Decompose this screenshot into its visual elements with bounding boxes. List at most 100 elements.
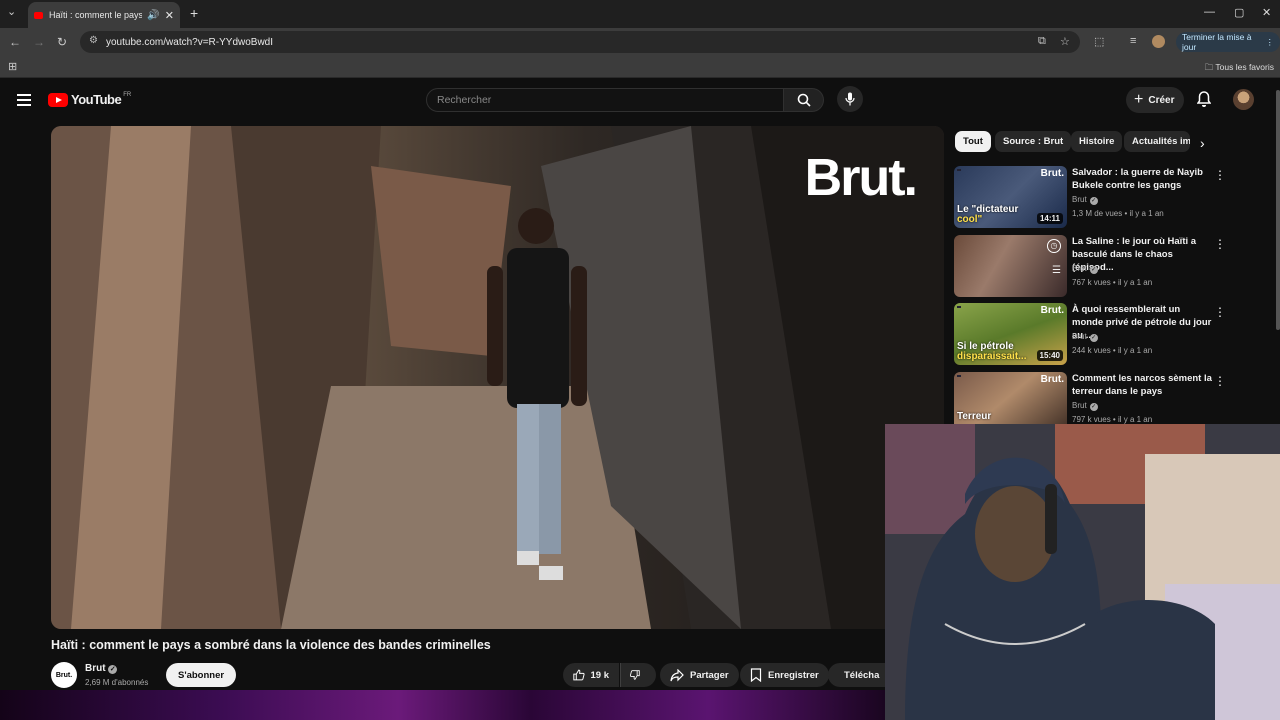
recommendation-channel-name: Brut <box>1072 401 1087 410</box>
browser-tab-bar: ⌄ Haïti : comment le pays a sombré dans … <box>0 0 1280 28</box>
logo-text: YouTube <box>71 92 122 107</box>
recommendation-channel[interactable]: Brut ✓ <box>1072 332 1098 342</box>
webcam-overlay <box>885 424 1280 720</box>
close-tab-icon[interactable]: ✕ <box>165 9 174 22</box>
close-window-icon[interactable]: ✕ <box>1262 6 1271 19</box>
maximize-icon[interactable]: ▢ <box>1234 6 1244 19</box>
chevron-right-icon[interactable]: › <box>1200 135 1205 151</box>
browser-toolbar: ← → ↻ ⚙ youtube.com/watch?v=R-YYdwoBwdI … <box>0 28 1280 56</box>
audio-icon[interactable]: 🔊 <box>147 10 159 21</box>
share-button[interactable]: Partager <box>660 663 739 687</box>
recommendation-item[interactable]: Brut. Le "dictateur cool" 14:11 Salvador … <box>954 166 1272 228</box>
video-thumbnail[interactable]: Brut. Si le pétrole disparaissait... 15:4… <box>954 303 1067 365</box>
video-player[interactable]: Brut. <box>51 126 944 629</box>
search-icon <box>797 93 811 107</box>
all-bookmarks[interactable]: 🗀 Tous les favoris <box>1205 62 1274 76</box>
address-bar[interactable]: ⚙ youtube.com/watch?v=R-YYdwoBwdI <box>80 31 1080 53</box>
like-icon <box>573 669 585 681</box>
recommendation-meta: 244 k vues • il y a 1 an <box>1072 346 1153 355</box>
brut-watermark: Brut. <box>804 149 918 207</box>
chip-actualites[interactable]: Actualités im <box>1124 131 1190 152</box>
create-label: Créer <box>1148 94 1175 106</box>
recommendation-item[interactable]: ◷ ☰ La Saline : le jour où Haïti a bascu… <box>954 235 1272 297</box>
chip-source-brut[interactable]: Source : Brut <box>995 131 1072 152</box>
bell-icon[interactable] <box>1197 91 1211 108</box>
download-button[interactable]: Télécha <box>828 663 888 687</box>
youtube-play-icon <box>48 92 68 107</box>
like-button[interactable]: 19 k <box>563 663 619 687</box>
update-button[interactable]: Terminer la mise à jour ⋮ <box>1176 32 1280 52</box>
recommendation-channel[interactable]: Brut ✓ <box>1072 195 1098 205</box>
reading-list-icon[interactable]: ≡ <box>1130 35 1136 47</box>
cast-icon[interactable]: ⧉ <box>1038 35 1046 48</box>
search-button[interactable] <box>784 88 824 112</box>
dislike-icon <box>630 670 640 680</box>
watch-later-icon[interactable]: ◷ <box>1047 239 1061 253</box>
recommendation-channel[interactable]: Brut ✓ <box>1072 264 1098 274</box>
thumbnail-overlay-text: Terreur <box>957 411 992 422</box>
background-strip <box>0 690 885 720</box>
verified-icon: ✓ <box>1089 403 1098 411</box>
chip-all-label: Tout <box>963 136 983 147</box>
chip-all[interactable]: Tout <box>955 131 991 152</box>
brut-watermark-small: Brut. <box>1040 305 1064 316</box>
recommendation-channel-name: Brut <box>1072 264 1087 273</box>
video-thumbnail[interactable]: Brut. Le "dictateur cool" 14:11 <box>954 166 1067 228</box>
more-vert-icon[interactable]: ⋮ <box>1214 168 1226 182</box>
bookmark-star-icon[interactable]: ☆ <box>1060 35 1070 48</box>
reload-icon[interactable]: ↻ <box>57 35 67 49</box>
series-tag <box>957 375 961 377</box>
extensions-icon[interactable]: ⬚ <box>1094 35 1104 48</box>
like-count: 19 k <box>590 669 610 681</box>
forward-icon[interactable]: → <box>33 35 45 49</box>
recommendation-item[interactable]: Brut. Si le pétrole disparaissait... 15:4… <box>954 303 1272 365</box>
share-icon <box>670 668 684 681</box>
subscribe-button[interactable]: S'abonner <box>166 663 237 687</box>
share-label: Partager <box>690 669 729 681</box>
chip-histoire[interactable]: Histoire <box>1071 131 1123 152</box>
channel-name[interactable]: Brut ✓ <box>85 663 118 674</box>
browser-tab-active[interactable]: Haïti : comment le pays a sombré dans la… <box>28 2 180 28</box>
site-info-icon[interactable]: ⚙ <box>89 35 98 46</box>
tab-list-icon[interactable]: ⌄ <box>7 5 16 18</box>
back-icon[interactable]: ← <box>9 35 21 49</box>
dislike-button[interactable] <box>620 663 656 687</box>
more-vert-icon[interactable]: ⋮ <box>1214 237 1226 251</box>
page-scrollbar[interactable] <box>1276 90 1280 330</box>
channel-avatar[interactable]: Brut. <box>51 662 77 688</box>
brut-watermark-small: Brut. <box>1040 168 1064 179</box>
video-thumbnail[interactable]: ◷ ☰ <box>954 235 1067 297</box>
search-placeholder: Rechercher <box>437 94 492 106</box>
video-thumbnail[interactable]: Brut. Terreur <box>954 372 1067 424</box>
tab-title: Haïti : comment le pays a sombré dans la… <box>49 10 143 20</box>
thumbnail-overlay-text: Le "dictateur cool" <box>957 204 1019 225</box>
menu-icon[interactable] <box>17 94 31 106</box>
recommendation-item[interactable]: Brut. Terreur Comment les narcos sèment … <box>954 372 1272 424</box>
chip-source-brut-label: Source : Brut <box>1003 136 1064 147</box>
country-code: FR <box>123 92 132 98</box>
profile-icon[interactable] <box>1152 35 1165 48</box>
recommendation-title[interactable]: Comment les narcos sèment la terreur dan… <box>1072 372 1212 398</box>
plus-icon: + <box>1134 91 1144 108</box>
youtube-logo[interactable]: YouTube FR <box>48 92 131 107</box>
recommendation-title[interactable]: Salvador : la guerre de Nayib Bukele con… <box>1072 166 1212 192</box>
chip-histoire-label: Histoire <box>1079 136 1115 147</box>
minimize-icon[interactable]: — <box>1204 6 1215 18</box>
more-vert-icon[interactable]: ⋮ <box>1266 37 1275 48</box>
verified-icon: ✓ <box>1089 197 1098 205</box>
voice-search-button[interactable] <box>837 86 863 112</box>
account-avatar[interactable] <box>1233 89 1254 110</box>
search-input[interactable]: Rechercher <box>426 88 784 112</box>
add-to-queue-icon[interactable]: ☰ <box>1052 265 1061 276</box>
new-tab-icon[interactable]: + <box>190 5 198 21</box>
webcam-image <box>885 424 1280 720</box>
more-vert-icon[interactable]: ⋮ <box>1214 374 1226 388</box>
video-title: Haïti : comment le pays a sombré dans la… <box>51 638 491 652</box>
apps-grid-icon[interactable]: ⊞ <box>8 60 17 73</box>
recommendation-channel[interactable]: Brut ✓ <box>1072 401 1098 411</box>
save-button[interactable]: Enregistrer <box>740 663 829 687</box>
more-vert-icon[interactable]: ⋮ <box>1214 305 1226 319</box>
bookmarks-bar: ⊞ 🗀 Tous les favoris <box>0 56 1280 78</box>
series-tag <box>957 306 961 308</box>
create-button[interactable]: + Créer <box>1126 87 1185 113</box>
